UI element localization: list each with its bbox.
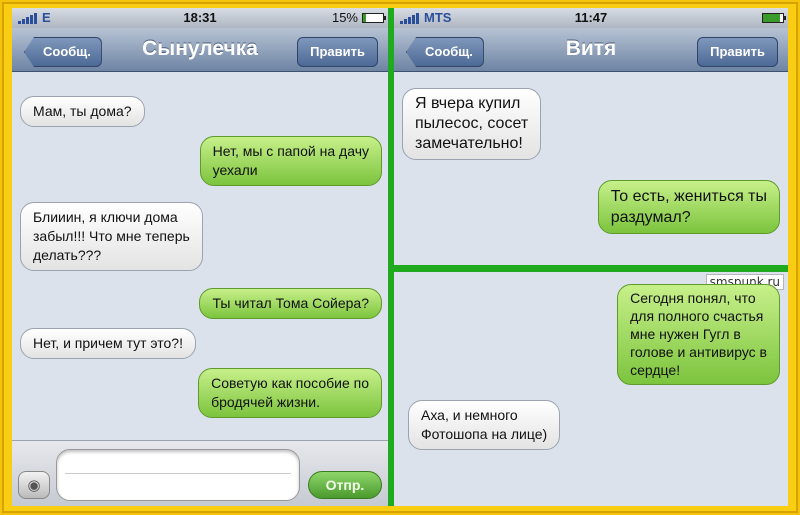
edit-button[interactable]: Править	[697, 37, 778, 67]
message-line: Нет, мы с папой на дачу	[212, 143, 369, 159]
message-bubble-incoming: Мам, ты дома?	[20, 96, 145, 127]
message-bubble-incoming: Аха, и немного Фотошопа на лице)	[408, 400, 561, 450]
message-line: мне нужен Гугл в	[630, 326, 741, 342]
message-line: Я вчера купил	[415, 95, 521, 112]
message-line: Фотошопа на лице)	[421, 426, 548, 442]
message-line: уехали	[212, 162, 258, 178]
status-time: 11:47	[574, 10, 608, 25]
message-line: для полного счастья	[630, 308, 764, 324]
message-line: Советую как пособие по	[211, 375, 369, 391]
chat-panel-vitya: MTS 11:47 Сообщ. Витя Править Я вчера ку…	[394, 8, 788, 265]
message-line: То есть, жениться ты	[610, 188, 767, 205]
message-line: пылесос, сосет	[415, 115, 529, 132]
message-line: бродячей жизни.	[211, 394, 320, 410]
message-bubble-outgoing: То есть, жениться ты раздумал?	[597, 180, 780, 234]
message-line: Блииин, я ключи дома	[33, 209, 178, 225]
status-bar: E 18:31 15%	[12, 8, 388, 28]
message-bubble-outgoing: Ты читал Тома Сойера?	[199, 288, 382, 319]
status-bar: MTS 11:47	[394, 8, 788, 28]
message-bubble-outgoing: Сегодня понял, что для полного счастья м…	[617, 284, 780, 385]
message-bubble-incoming: Нет, и причем тут это?!	[20, 328, 196, 359]
panel-divider	[394, 265, 788, 272]
message-line: замечательно!	[415, 135, 523, 152]
message-line: раздумал?	[610, 209, 691, 226]
message-bubble-outgoing: Нет, мы с папой на дачу уехали	[199, 136, 382, 186]
message-line: забыл!!! Что мне теперь	[33, 228, 190, 244]
message-line: Нет, и причем тут это?!	[33, 335, 183, 351]
message-composer: ◉ Отпр.	[12, 440, 388, 506]
nav-bar: Сообщ. Витя Править	[394, 28, 788, 72]
message-line: голове и антивирус в	[630, 344, 767, 360]
chat-panel-joke: smspunk.ru Сегодня понял, что для полног…	[394, 272, 788, 506]
message-line: Сегодня понял, что	[630, 290, 756, 306]
message-line: сердце!	[630, 362, 681, 378]
message-bubble-incoming: Блииин, я ключи дома забыл!!! Что мне те…	[20, 202, 203, 271]
message-line: Аха, и немного	[421, 407, 518, 423]
battery-icon	[762, 13, 786, 23]
message-line: Ты читал Тома Сойера?	[212, 295, 369, 311]
battery-percent: 15%	[331, 10, 358, 25]
battery-icon	[362, 13, 386, 23]
message-line: делать???	[33, 247, 102, 263]
message-input[interactable]	[56, 449, 300, 501]
chat-panel-son: E 18:31 15% Сообщ. Сынулечка Править Мам…	[12, 8, 388, 506]
message-bubble-incoming: Я вчера купил пылесос, сосет замечательн…	[402, 88, 542, 160]
message-line: Мам, ты дома?	[33, 103, 132, 119]
edit-button[interactable]: Править	[297, 37, 378, 67]
camera-icon[interactable]: ◉	[18, 471, 50, 499]
send-button[interactable]: Отпр.	[308, 471, 382, 499]
nav-bar: Сообщ. Сынулечка Править	[12, 28, 388, 72]
message-bubble-outgoing: Советую как пособие по бродячей жизни.	[198, 368, 382, 418]
